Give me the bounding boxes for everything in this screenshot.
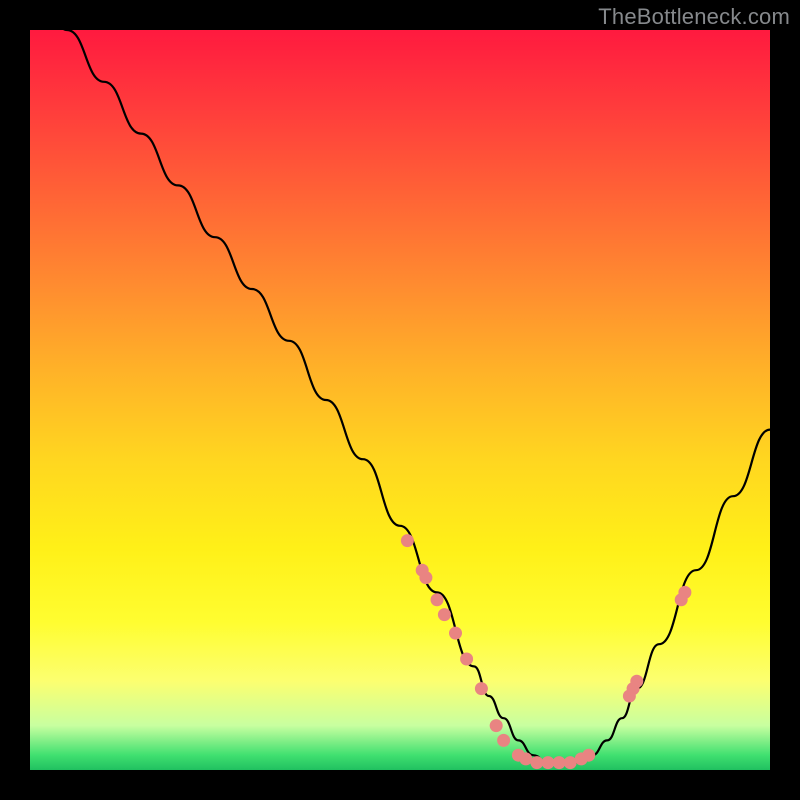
data-point — [530, 756, 543, 769]
data-point — [460, 653, 473, 666]
data-point — [542, 756, 555, 769]
watermark-text: TheBottleneck.com — [598, 4, 790, 30]
data-point — [564, 756, 577, 769]
bottleneck-chart — [30, 30, 770, 770]
data-point — [497, 734, 510, 747]
data-point — [438, 608, 451, 621]
data-point — [475, 682, 488, 695]
data-point — [449, 627, 462, 640]
bottleneck-curve — [30, 30, 770, 763]
data-point — [401, 534, 414, 547]
data-point — [519, 752, 532, 765]
data-points-group — [401, 534, 692, 769]
data-point — [582, 749, 595, 762]
data-point — [630, 675, 643, 688]
data-point — [419, 571, 432, 584]
data-point — [490, 719, 503, 732]
data-point — [431, 593, 444, 606]
data-point — [553, 756, 566, 769]
chart-area — [30, 30, 770, 770]
data-point — [678, 586, 691, 599]
